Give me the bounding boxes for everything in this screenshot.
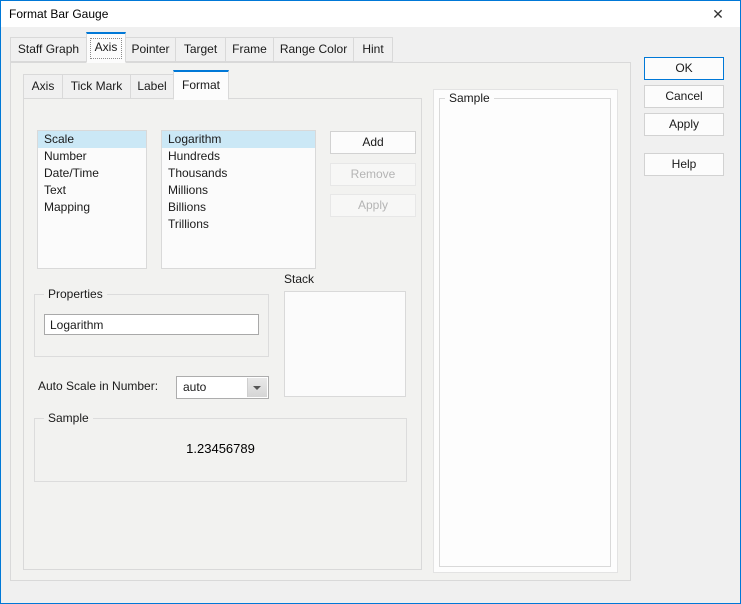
focus-rect (90, 38, 122, 59)
tab-range-color[interactable]: Range Color (273, 37, 354, 62)
apply-list-button[interactable]: Apply (330, 194, 416, 217)
list-item[interactable]: Trillions (162, 216, 315, 233)
close-icon[interactable]: ✕ (702, 1, 734, 27)
tab-pointer[interactable]: Pointer (125, 37, 176, 62)
subtab-format[interactable]: Format (173, 70, 229, 100)
auto-scale-label: Auto Scale in Number: (38, 379, 159, 393)
preview-sample-group: Sample (439, 91, 611, 567)
tab-label: Pointer (131, 42, 170, 56)
tab-target[interactable]: Target (175, 37, 226, 62)
tab-label: Range Color (279, 42, 348, 56)
tab-axis[interactable]: Axis (86, 32, 126, 63)
subtab-tick-mark[interactable]: Tick Mark (62, 74, 131, 99)
list-item[interactable]: Number (38, 148, 146, 165)
preview-panel: Sample (433, 89, 618, 573)
tab-label: Staff Graph (17, 42, 80, 56)
titlebar: Format Bar Gauge ✕ (1, 1, 740, 27)
format-list[interactable]: Logarithm Hundreds Thousands Millions Bi… (161, 130, 316, 269)
subtab-label: Tick Mark (70, 79, 123, 93)
tab-hint[interactable]: Hint (353, 37, 393, 62)
preview-sample-label: Sample (445, 91, 494, 106)
subtab-axis[interactable]: Axis (23, 74, 63, 99)
stack-label: Stack (284, 272, 315, 286)
list-item[interactable]: Mapping (38, 199, 146, 216)
chevron-down-icon[interactable] (247, 378, 267, 397)
format-bar-gauge-dialog: Format Bar Gauge ✕ Staff Graph Axis Poin… (0, 0, 741, 604)
tab-staff-graph[interactable]: Staff Graph (10, 37, 87, 62)
remove-button[interactable]: Remove (330, 163, 416, 186)
list-item[interactable]: Thousands (162, 165, 315, 182)
properties-group-label: Properties (44, 287, 107, 302)
subtab-label: Format (181, 78, 220, 92)
list-item[interactable]: Logarithm (162, 131, 315, 148)
list-item[interactable]: Date/Time (38, 165, 146, 182)
tab-frame[interactable]: Frame (225, 37, 274, 62)
tab-label: Hint (362, 42, 384, 56)
subtab-label: Label (137, 79, 167, 93)
subtab-label: Axis (31, 79, 55, 93)
category-list[interactable]: Scale Number Date/Time Text Mapping (37, 130, 147, 269)
subtab-label-tab[interactable]: Label (130, 74, 174, 99)
sample-group: Sample 1.23456789 (34, 411, 407, 482)
sample-group-label: Sample (44, 411, 93, 426)
list-item[interactable]: Text (38, 182, 146, 199)
apply-button[interactable]: Apply (644, 113, 724, 136)
ok-button[interactable]: OK (644, 57, 724, 80)
list-item[interactable]: Millions (162, 182, 315, 199)
window-title: Format Bar Gauge (9, 7, 109, 21)
properties-input[interactable] (44, 314, 259, 335)
help-button[interactable]: Help (644, 153, 724, 176)
list-item[interactable]: Billions (162, 199, 315, 216)
stack-list[interactable] (284, 291, 406, 397)
sample-value: 1.23456789 (186, 441, 255, 456)
tab-label: Frame (232, 42, 267, 56)
cancel-button[interactable]: Cancel (644, 85, 724, 108)
list-item[interactable]: Hundreds (162, 148, 315, 165)
add-button[interactable]: Add (330, 131, 416, 154)
auto-scale-value: auto (183, 380, 207, 394)
auto-scale-select[interactable]: auto (176, 376, 269, 399)
tab-label: Target (183, 42, 218, 56)
list-item[interactable]: Scale (38, 131, 146, 148)
